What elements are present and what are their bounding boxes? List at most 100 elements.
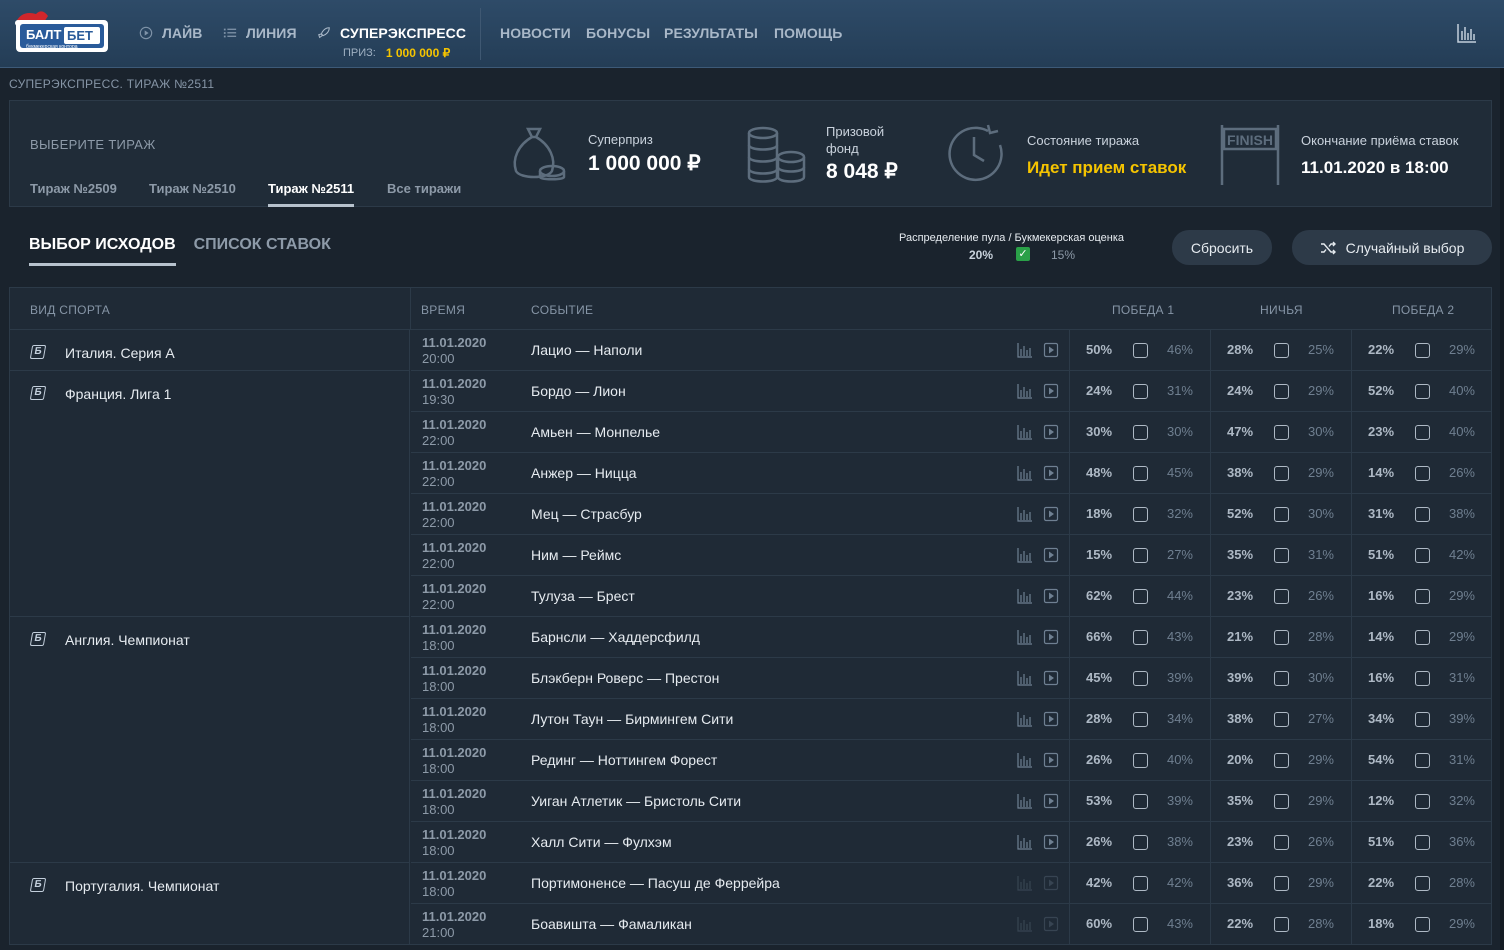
outcome-checkbox[interactable] <box>1133 753 1148 768</box>
nav-results[interactable]: РЕЗУЛЬТАТЫ <box>664 25 758 41</box>
video-play-icon[interactable] <box>1043 752 1059 768</box>
nav-superexpress[interactable]: СУПЕРЭКСПРЕСС <box>316 25 466 41</box>
scrollbar[interactable] <box>1500 68 1504 950</box>
stats-icon[interactable] <box>1017 834 1033 850</box>
draw-tab-2509[interactable]: Тираж №2509 <box>30 181 117 196</box>
event-name[interactable]: Портимоненсе — Пасуш де Феррейра <box>531 875 780 891</box>
outcome-checkbox[interactable] <box>1133 794 1148 809</box>
video-play-icon[interactable] <box>1043 670 1059 686</box>
outcome-checkbox[interactable] <box>1415 548 1430 563</box>
event-name[interactable]: Анжер — Ницца <box>531 465 637 481</box>
video-play-icon[interactable] <box>1043 424 1059 440</box>
event-name[interactable]: Уиган Атлетик — Бристоль Сити <box>531 793 741 809</box>
outcome-checkbox[interactable] <box>1274 425 1289 440</box>
outcome-checkbox[interactable] <box>1274 630 1289 645</box>
tab-outcomes[interactable]: ВЫБОР ИСХОДОВ <box>29 236 176 266</box>
nav-live[interactable]: ЛАЙВ <box>138 25 203 41</box>
video-play-icon[interactable] <box>1043 547 1059 563</box>
video-play-icon[interactable] <box>1043 711 1059 727</box>
stats-icon[interactable] <box>1017 670 1033 686</box>
video-play-icon[interactable] <box>1043 916 1059 932</box>
outcome-checkbox[interactable] <box>1415 343 1430 358</box>
stats-icon[interactable] <box>1017 424 1033 440</box>
event-name[interactable]: Барнсли — Хаддерсфилд <box>531 629 700 645</box>
tab-bets-list[interactable]: СПИСОК СТАВОК <box>194 236 331 266</box>
event-name[interactable]: Мец — Страсбур <box>531 506 642 522</box>
event-name[interactable]: Халл Сити — Фулхэм <box>531 834 672 850</box>
stats-icon[interactable] <box>1017 588 1033 604</box>
outcome-checkbox[interactable] <box>1133 671 1148 686</box>
outcome-checkbox[interactable] <box>1274 507 1289 522</box>
outcome-checkbox[interactable] <box>1133 917 1148 932</box>
outcome-checkbox[interactable] <box>1133 548 1148 563</box>
video-play-icon[interactable] <box>1043 793 1059 809</box>
stats-icon[interactable] <box>1017 752 1033 768</box>
outcome-checkbox[interactable] <box>1274 835 1289 850</box>
stats-icon[interactable] <box>1017 629 1033 645</box>
outcome-checkbox[interactable] <box>1274 794 1289 809</box>
draw-tab-2511[interactable]: Тираж №2511 <box>268 181 355 207</box>
event-name[interactable]: Блэкберн Роверс — Престон <box>531 670 719 686</box>
outcome-checkbox[interactable] <box>1133 425 1148 440</box>
random-choice-button[interactable]: Случайный выбор <box>1292 230 1492 265</box>
video-play-icon[interactable] <box>1043 342 1059 358</box>
outcome-checkbox[interactable] <box>1415 917 1430 932</box>
outcome-checkbox[interactable] <box>1133 507 1148 522</box>
bar-chart-icon[interactable] <box>1456 22 1478 44</box>
outcome-checkbox[interactable] <box>1415 425 1430 440</box>
outcome-checkbox[interactable] <box>1133 712 1148 727</box>
event-name[interactable]: Ним — Реймс <box>531 547 621 563</box>
nav-line[interactable]: ЛИНИЯ <box>222 25 297 41</box>
outcome-checkbox[interactable] <box>1274 548 1289 563</box>
outcome-checkbox[interactable] <box>1415 630 1430 645</box>
event-name[interactable]: Боавишта — Фамаликан <box>531 916 692 932</box>
pool-check-icon[interactable]: ✓ <box>1016 247 1030 261</box>
video-play-icon[interactable] <box>1043 383 1059 399</box>
draw-tab-2510[interactable]: Тираж №2510 <box>149 181 236 196</box>
video-play-icon[interactable] <box>1043 875 1059 891</box>
video-play-icon[interactable] <box>1043 588 1059 604</box>
stats-icon[interactable] <box>1017 342 1033 358</box>
outcome-checkbox[interactable] <box>1415 753 1430 768</box>
event-name[interactable]: Рединг — Ноттингем Форест <box>531 752 717 768</box>
stats-icon[interactable] <box>1017 465 1033 481</box>
stats-icon[interactable] <box>1017 547 1033 563</box>
nav-help[interactable]: ПОМОЩЬ <box>774 25 842 41</box>
outcome-checkbox[interactable] <box>1133 630 1148 645</box>
outcome-checkbox[interactable] <box>1415 466 1430 481</box>
stats-icon[interactable] <box>1017 711 1033 727</box>
outcome-checkbox[interactable] <box>1133 343 1148 358</box>
event-name[interactable]: Лацио — Наполи <box>531 342 642 358</box>
event-name[interactable]: Бордо — Лион <box>531 383 626 399</box>
outcome-checkbox[interactable] <box>1274 384 1289 399</box>
logo[interactable]: БАЛТ БЕТ букмекерская контора <box>12 8 110 58</box>
outcome-checkbox[interactable] <box>1274 712 1289 727</box>
draw-tab-all[interactable]: Все тиражи <box>387 181 461 196</box>
outcome-checkbox[interactable] <box>1133 384 1148 399</box>
stats-icon[interactable] <box>1017 793 1033 809</box>
outcome-checkbox[interactable] <box>1133 835 1148 850</box>
event-name[interactable]: Лутон Таун — Бирмингем Сити <box>531 711 733 727</box>
outcome-checkbox[interactable] <box>1415 712 1430 727</box>
outcome-checkbox[interactable] <box>1415 507 1430 522</box>
video-play-icon[interactable] <box>1043 465 1059 481</box>
outcome-checkbox[interactable] <box>1415 794 1430 809</box>
video-play-icon[interactable] <box>1043 629 1059 645</box>
outcome-checkbox[interactable] <box>1415 671 1430 686</box>
outcome-checkbox[interactable] <box>1415 835 1430 850</box>
outcome-checkbox[interactable] <box>1274 876 1289 891</box>
video-play-icon[interactable] <box>1043 834 1059 850</box>
nav-bonuses[interactable]: БОНУСЫ <box>586 25 650 41</box>
event-name[interactable]: Амьен — Монпелье <box>531 424 660 440</box>
outcome-checkbox[interactable] <box>1274 753 1289 768</box>
outcome-checkbox[interactable] <box>1415 589 1430 604</box>
outcome-checkbox[interactable] <box>1274 343 1289 358</box>
outcome-checkbox[interactable] <box>1133 876 1148 891</box>
stats-icon[interactable] <box>1017 383 1033 399</box>
outcome-checkbox[interactable] <box>1133 466 1148 481</box>
event-name[interactable]: Тулуза — Брест <box>531 588 635 604</box>
reset-button[interactable]: Сбросить <box>1172 230 1272 265</box>
nav-news[interactable]: НОВОСТИ <box>500 25 571 41</box>
outcome-checkbox[interactable] <box>1274 917 1289 932</box>
stats-icon[interactable] <box>1017 506 1033 522</box>
